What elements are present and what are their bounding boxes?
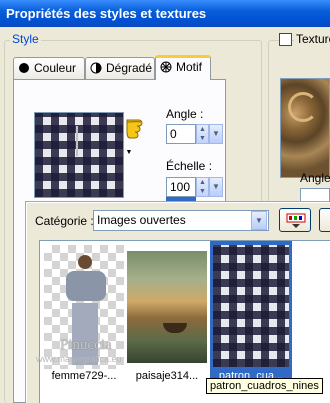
scale-label: Échelle :	[166, 159, 213, 173]
pattern-picker-popup: Catégorie : Images ouvertes ▼ Pinuccia w…	[26, 202, 330, 403]
thumbnail-paisaje[interactable]	[127, 245, 207, 369]
texture-checkbox[interactable]	[279, 33, 292, 46]
style-group-label: Style	[10, 32, 41, 46]
woman-top	[66, 271, 106, 301]
angle-label: Angle :	[166, 107, 204, 121]
scale-dropdown[interactable]: ▼	[209, 177, 223, 197]
tab-couleur[interactable]: Couleur	[13, 57, 85, 79]
title-bar[interactable]: Propriétés des styles et textures	[0, 0, 330, 27]
texture-angle-label: Angle	[300, 171, 330, 185]
scale-spinner[interactable]: ▲ ▼	[196, 177, 209, 197]
angle-input[interactable]: 0	[166, 124, 196, 144]
thumbnail-paisaje-caption: paisaje314...	[135, 370, 199, 382]
pattern-dropdown-arrow[interactable]: ▼	[124, 148, 134, 158]
scale-slider[interactable]	[166, 197, 196, 201]
thumbnail-tooltip: patron_cuadros_nines	[206, 378, 323, 394]
woman-figure	[78, 255, 92, 269]
pattern-icon	[160, 61, 172, 73]
scale-input[interactable]: 100	[166, 177, 196, 197]
category-dropdown-arrow[interactable]: ▼	[251, 211, 267, 230]
landscape-image	[127, 251, 207, 363]
window-title: Propriétés des styles et textures	[6, 6, 207, 21]
tab-degrade-label: Dégradé	[106, 61, 153, 75]
pattern-preview[interactable]	[34, 112, 124, 198]
angle-spinner[interactable]: ▲ ▼	[196, 124, 209, 144]
tab-degrade[interactable]: Dégradé	[85, 57, 155, 79]
texture-spiral	[288, 92, 318, 122]
angle-dropdown[interactable]: ▼	[209, 124, 223, 144]
watermark-sub: www.magiegrafica.eu	[36, 354, 122, 364]
filter-button[interactable]	[279, 208, 311, 232]
thumbnail-femme-caption: femme729-...	[51, 370, 117, 382]
color-dot-icon	[19, 63, 29, 73]
category-label: Catégorie :	[35, 214, 94, 228]
filter-icon	[286, 213, 306, 228]
plaid-pattern-image	[213, 245, 289, 367]
extra-button[interactable]	[319, 208, 330, 232]
thumbnail-femme[interactable]: Pinuccia www.magiegrafica.eu	[36, 245, 124, 369]
texture-checkbox-label: Texture	[294, 32, 330, 46]
pointer-hand-icon	[126, 119, 143, 139]
watermark-main: Pinuccia	[60, 337, 112, 353]
tab-motif[interactable]: Motif	[155, 55, 211, 80]
tab-couleur-label: Couleur	[34, 61, 77, 75]
gradient-icon	[90, 62, 102, 74]
thumbnail-patron[interactable]	[210, 241, 292, 383]
category-select-value: Images ouvertes	[97, 213, 186, 227]
crosshair-icon	[76, 126, 78, 156]
category-select[interactable]: Images ouvertes ▼	[93, 210, 269, 231]
tab-motif-label: Motif	[176, 60, 203, 74]
